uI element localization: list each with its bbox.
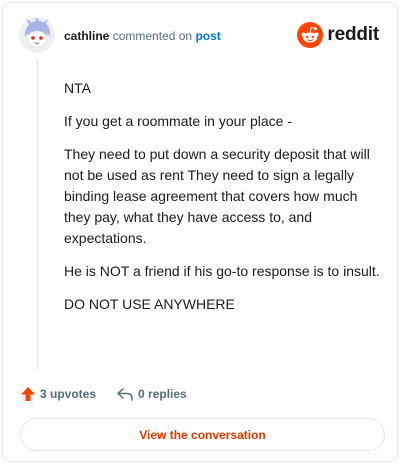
comment-body: NTA If you get a roommate in your place …: [64, 78, 384, 327]
reddit-logo[interactable]: reddit: [297, 22, 379, 48]
reddit-logo-icon: [297, 22, 324, 48]
post-link[interactable]: post: [195, 29, 220, 43]
comment-paragraph: If you get a roommate in your place -: [64, 113, 292, 129]
upvote-arrow-icon: [21, 387, 35, 401]
comment-paragraph: He is NOT a friend if his go-to response…: [64, 263, 380, 279]
replies-count: 0 replies: [138, 387, 187, 401]
view-conversation-button[interactable]: View the conversation: [20, 418, 385, 451]
comment-paragraph: They need to put down a security deposit…: [64, 146, 370, 246]
comment-card: cathline commented on post reddit NTA If…: [2, 2, 398, 462]
snoo-avatar-icon: [19, 17, 55, 53]
action-text: commented on: [112, 29, 193, 43]
reply-arrow-icon: [117, 388, 133, 401]
username-link[interactable]: cathline: [64, 29, 109, 43]
upvote-button[interactable]: 3 upvotes: [20, 386, 96, 402]
comment-header: cathline commented on post: [64, 28, 221, 44]
comment-actions: 3 upvotes 0 replies: [20, 384, 187, 404]
comment-paragraph: NTA: [64, 80, 91, 96]
reply-button[interactable]: 0 replies: [116, 386, 187, 402]
upvotes-count: 3 upvotes: [40, 387, 97, 401]
comment-paragraph: DO NOT USE ANYWHERE: [64, 296, 235, 312]
avatar[interactable]: [19, 17, 55, 53]
thread-line: [37, 59, 38, 369]
reddit-wordmark: reddit: [327, 24, 379, 45]
